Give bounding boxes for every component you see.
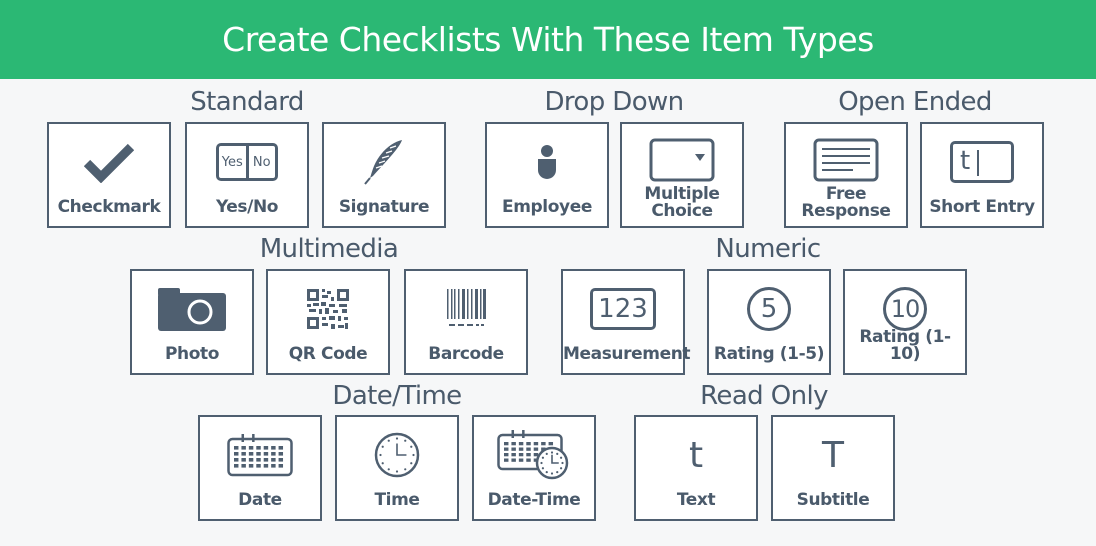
category-standard-title: Standard [190, 87, 304, 117]
yes-no-toggle-icon: Yes No [187, 136, 307, 188]
feather-quill-icon [324, 136, 444, 188]
item-label: Text [676, 490, 716, 510]
clock-icon [337, 429, 457, 481]
item-checkmark[interactable]: Checkmark [47, 122, 171, 228]
category-datetime-title: Date/Time [332, 381, 462, 411]
number-field-icon: 123 [563, 283, 683, 335]
item-label: Subtitle [796, 490, 870, 510]
text-cursor [977, 150, 979, 176]
rating-circle-icon: 5 [709, 283, 829, 335]
calendar-clock-icon [474, 429, 594, 481]
item-free-response[interactable]: Free Response [784, 122, 908, 228]
item-label: Photo [164, 344, 220, 364]
lowercase-t-icon: t [688, 434, 704, 476]
category-numeric-title: Numeric [715, 234, 821, 264]
barcode-icon [406, 283, 526, 335]
dropdown-select-icon [622, 134, 742, 186]
item-rating-1-10[interactable]: 10 Rating (1-10) [843, 269, 967, 375]
item-label: Multiple Choice [644, 184, 720, 221]
item-subtitle[interactable]: T Subtitle [771, 415, 895, 521]
item-date-time[interactable]: Date-Time [472, 415, 596, 521]
text-area-icon [786, 134, 906, 186]
item-photo[interactable]: Photo [130, 269, 254, 375]
item-qr-code[interactable]: QR Code [266, 269, 390, 375]
item-label: Rating (1-10) [859, 327, 951, 364]
header-banner: Create Checklists With These Item Types [0, 0, 1096, 79]
item-label: Signature [338, 197, 430, 217]
category-read-only-title: Read Only [700, 381, 828, 411]
checkmark-icon [49, 136, 169, 188]
category-dropdown-title: Drop Down [544, 87, 684, 117]
item-yes-no[interactable]: Yes No Yes/No [185, 122, 309, 228]
item-barcode[interactable]: Barcode [404, 269, 528, 375]
item-measurement[interactable]: 123 Measurement [561, 269, 691, 375]
item-label: Rating (1-5) [713, 344, 825, 364]
item-label: Yes/No [215, 197, 279, 217]
item-label: Measurement [563, 344, 691, 364]
item-label: Date [238, 490, 282, 510]
item-label: Date-Time [487, 490, 581, 510]
item-label: Time [374, 490, 420, 510]
cursor-text: t [960, 146, 971, 176]
qr-code-icon [268, 283, 388, 335]
item-time[interactable]: Time [335, 415, 459, 521]
text-input-icon: t [922, 136, 1042, 188]
item-label: Checkmark [57, 197, 161, 217]
category-multimedia-title: Multimedia [259, 234, 399, 264]
item-employee[interactable]: Employee [485, 122, 609, 228]
item-label: Employee [502, 197, 592, 217]
item-label: Barcode [428, 344, 504, 364]
page-title: Create Checklists With These Item Types [222, 20, 874, 59]
no-segment: No [252, 154, 271, 170]
item-short-entry[interactable]: t Short Entry [920, 122, 1044, 228]
item-label: Short Entry [929, 197, 1035, 217]
item-label: Free Response [801, 184, 891, 221]
calendar-icon [200, 429, 320, 481]
item-signature[interactable]: Signature [322, 122, 446, 228]
uppercase-t-icon: T [822, 434, 844, 476]
person-icon [487, 136, 607, 188]
item-label: QR Code [288, 344, 368, 364]
item-text[interactable]: t Text [634, 415, 758, 521]
item-date[interactable]: Date [198, 415, 322, 521]
item-rating-1-5[interactable]: 5 Rating (1-5) [707, 269, 831, 375]
camera-icon [132, 283, 252, 335]
category-open-ended-title: Open Ended [838, 87, 992, 117]
yes-segment: Yes [219, 146, 249, 178]
item-multiple-choice[interactable]: Multiple Choice [620, 122, 744, 228]
